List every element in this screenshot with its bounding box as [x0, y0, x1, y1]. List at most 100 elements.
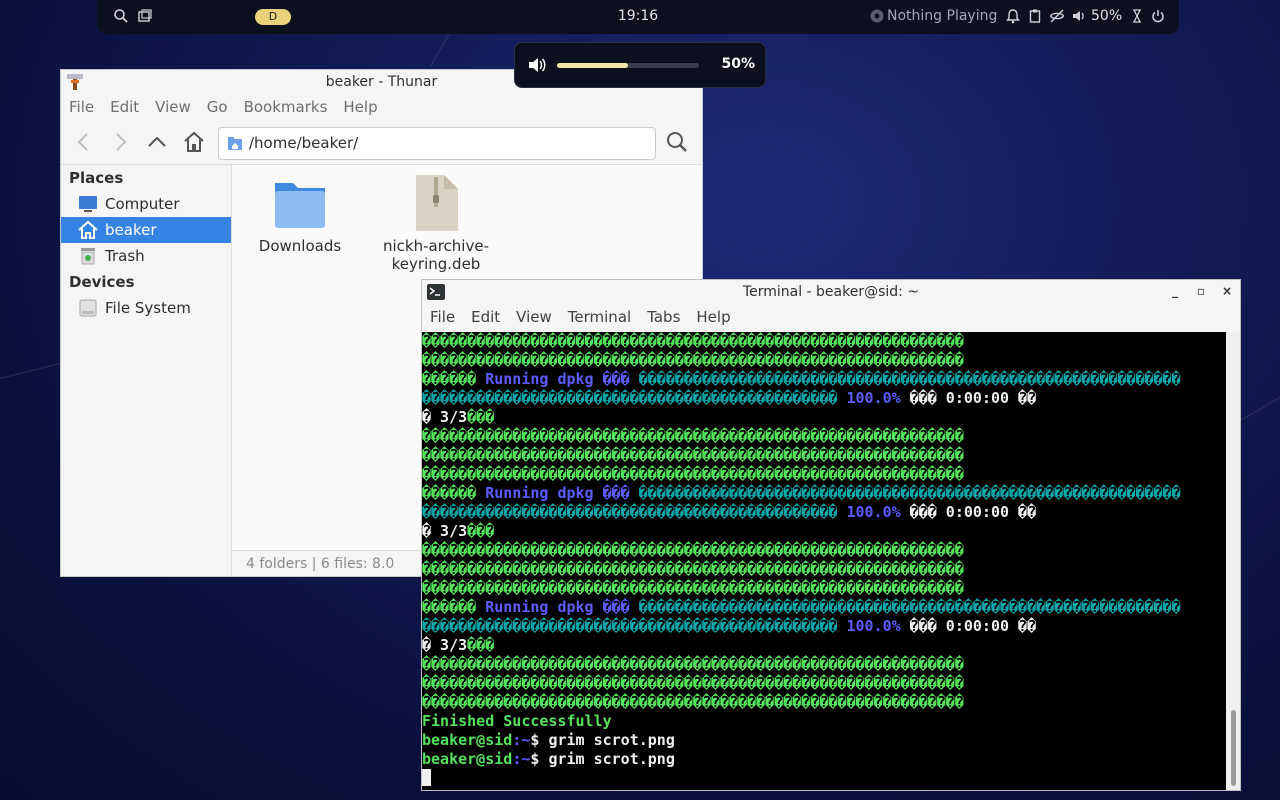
terminal-garbled-line: ����������������������������������������…	[422, 446, 1226, 465]
terminal-running-line: ������ Running dpkg ��� ����������������…	[422, 598, 1226, 617]
home-button[interactable]	[182, 130, 206, 154]
file-item-downloads[interactable]: Downloads	[245, 175, 355, 255]
maximize-button[interactable]: ▫	[1194, 284, 1208, 298]
bell-icon[interactable]	[1005, 8, 1021, 24]
chevron-left-icon	[77, 133, 88, 151]
top-bar: D 19:16 Nothing Playing 50%	[97, 0, 1179, 34]
terminal-text: ����������������������������������������…	[638, 598, 1181, 616]
folder-home-icon	[228, 137, 242, 150]
menu-edit[interactable]: Edit	[102, 94, 147, 120]
close-button[interactable]: ×	[1220, 284, 1234, 298]
window-titlebar[interactable]: Terminal - beaker@sid: ~ _ ▫ ×	[422, 280, 1240, 304]
menu-file[interactable]: File	[422, 304, 463, 330]
volume-slider[interactable]	[557, 63, 699, 68]
file-name: Downloads	[258, 237, 342, 255]
terminal-text: ���	[909, 617, 937, 635]
terminal-running-line: ������ Running dpkg ��� ����������������…	[422, 370, 1226, 389]
terminal-garbled-line: ����������������������������������������…	[422, 674, 1226, 693]
menu-tabs[interactable]: Tabs	[639, 304, 688, 330]
menu-bar: File Edit View Terminal Tabs Help	[422, 304, 1240, 330]
up-button[interactable]	[145, 130, 169, 154]
terminal-window: Terminal - beaker@sid: ~ _ ▫ × File Edit…	[421, 279, 1241, 791]
terminal-finished-line: Finished Successfully	[422, 712, 1226, 731]
volume-percent[interactable]: 50%	[1091, 8, 1122, 24]
volume-osd-percent: 50%	[721, 56, 755, 72]
menu-go[interactable]: Go	[199, 94, 236, 120]
terminal-garbled-line: ����������������������������������������…	[422, 541, 1226, 560]
volume-slider-fill	[557, 63, 628, 68]
volume-icon	[529, 58, 546, 72]
terminal-text: ���	[602, 484, 630, 502]
sidebar-item-trash[interactable]: Trash	[61, 243, 231, 269]
sidebar-item-label: beaker	[105, 221, 157, 239]
terminal-text: Running dpkg	[476, 370, 603, 388]
window-title: beaker - Thunar	[325, 74, 438, 90]
sidebar-item-computer[interactable]: Computer	[61, 191, 231, 217]
terminal-cursor-line	[422, 769, 1226, 788]
caffeine-icon[interactable]	[1129, 8, 1145, 24]
terminal-progress-line: ����������������������������������������…	[422, 389, 1226, 408]
chevron-right-icon	[116, 133, 127, 151]
terminal-text: 0:00:00	[945, 503, 1010, 521]
terminal-garbled-line: ����������������������������������������…	[422, 351, 1226, 370]
terminal-text: grim scrot.png	[548, 731, 675, 749]
volume-icon[interactable]	[1071, 8, 1087, 24]
computer-icon	[79, 196, 97, 212]
terminal-cursor	[422, 769, 431, 786]
terminal-text: ���	[602, 370, 630, 388]
terminal-garbled-line: ����������������������������������������…	[422, 560, 1226, 579]
menu-bookmarks[interactable]: Bookmarks	[236, 94, 336, 120]
terminal-text: ���	[909, 389, 937, 407]
terminal-text: 100.0%	[846, 617, 901, 635]
menu-help[interactable]: Help	[688, 304, 738, 330]
terminal-app-icon	[427, 284, 445, 300]
power-icon[interactable]	[1150, 8, 1166, 24]
terminal-running-line: ������ Running dpkg ��� ����������������…	[422, 484, 1226, 503]
terminal-scrollbar[interactable]	[1226, 332, 1240, 790]
menu-bar: File Edit View Go Bookmarks Help	[61, 94, 702, 120]
sidebar-item-label: Trash	[105, 247, 145, 265]
toolbar: /home/beaker/	[61, 120, 702, 165]
terminal-text: ���	[909, 503, 937, 521]
terminal-text: ������	[422, 484, 477, 502]
terminal-progress-line: ����������������������������������������…	[422, 617, 1226, 636]
file-name: keyring.deb	[391, 255, 481, 273]
terminal-text: ����������������������������������������…	[422, 655, 964, 673]
terminal-text: ����������������������������������������…	[422, 503, 838, 521]
places-header: Places	[69, 169, 124, 187]
terminal-text: 100.0%	[846, 389, 901, 407]
wallpaper-line	[430, 31, 451, 67]
menu-view[interactable]: View	[147, 94, 199, 120]
terminal-text: ����������������������������������������…	[422, 389, 838, 407]
media-status[interactable]: Nothing Playing	[887, 8, 997, 24]
location-bar[interactable]: /home/beaker/	[218, 127, 656, 160]
menu-terminal[interactable]: Terminal	[560, 304, 639, 330]
sidebar-item-beaker[interactable]: beaker	[61, 217, 231, 243]
minimize-button[interactable]: _	[1168, 284, 1182, 298]
menu-help[interactable]: Help	[335, 94, 385, 120]
terminal-text: 0:00:00	[945, 389, 1010, 407]
menu-view[interactable]: View	[508, 304, 560, 330]
menu-edit[interactable]: Edit	[463, 304, 508, 330]
scrollbar-thumb[interactable]	[1231, 710, 1236, 786]
terminal-prompt-line: beaker@sid:~$ grim scrot.png	[422, 750, 1226, 769]
terminal-text: ���	[602, 598, 630, 616]
sidebar-item-filesystem[interactable]: File System	[61, 295, 231, 321]
terminal-text: ����������������������������������������…	[422, 446, 964, 464]
window-title: Terminal - beaker@sid: ~	[742, 284, 920, 300]
file-item-keyring-deb[interactable]: nickh-archive- keyring.deb	[381, 173, 491, 273]
terminal-text: �	[422, 636, 432, 654]
eye-off-icon[interactable]	[1049, 8, 1065, 24]
back-button[interactable]	[72, 130, 96, 154]
forward-button[interactable]	[108, 130, 132, 154]
terminal-output[interactable]: ����������������������������������������…	[422, 332, 1226, 790]
terminal-text: ����������������������������������������…	[422, 674, 964, 692]
file-name: nickh-archive-	[383, 237, 489, 255]
search-button[interactable]	[665, 130, 689, 154]
menu-file[interactable]: File	[61, 94, 102, 120]
clipboard-icon[interactable]	[1027, 8, 1043, 24]
terminal-text: Running dpkg	[476, 598, 603, 616]
terminal-text: �	[422, 522, 432, 540]
terminal-count-line: � 3/3���	[422, 636, 1226, 655]
devices-header: Devices	[69, 273, 135, 291]
